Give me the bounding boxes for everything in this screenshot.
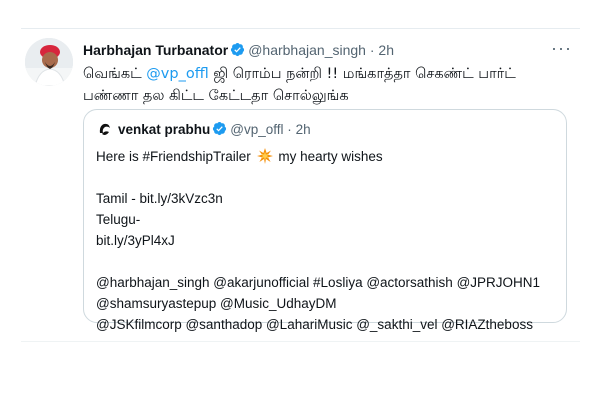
quoted-tweet-body: Here is #FriendshipTrailer my hearty wis…: [96, 146, 561, 335]
verified-badge-icon: [212, 121, 227, 136]
verified-badge-icon: [230, 42, 245, 57]
mentions-line-1[interactable]: @harbhajan_singh @akarjunofficial #Losli…: [96, 272, 561, 293]
tweet-card[interactable]: Harbhajan Turbanator @harbhajan_singh · 2…: [21, 28, 580, 342]
more-options-icon[interactable]: ···: [551, 38, 572, 59]
separator-dot: ·: [287, 122, 292, 137]
mentions-line-3[interactable]: @JSKfilmcorp @santhadop @LahariMusic @_s…: [96, 314, 561, 335]
author-name[interactable]: Harbhajan Turbanator: [83, 42, 228, 58]
mention-link[interactable]: @vp_offl: [146, 66, 208, 82]
quoted-tweet[interactable]: venkat prabhu @vp_offl · 2h Here is #Frie…: [83, 109, 567, 332]
separator-dot: ·: [369, 42, 375, 58]
tamil-link[interactable]: Tamil - bit.ly/3kVzc3n: [96, 188, 561, 209]
mentions-line-2[interactable]: @shamsuryastepup @Music_UdhayDM: [96, 293, 561, 314]
tweet-text-part1: வெங்கட்: [83, 66, 147, 82]
quoted-tweet-header: venkat prabhu @vp_offl · 2h: [96, 120, 311, 140]
tweet-time[interactable]: 2h: [378, 42, 394, 58]
quoted-tweet-time[interactable]: 2h: [296, 122, 311, 137]
quoted-line1-end: my hearty wishes: [278, 149, 383, 164]
tweet-text: வெங்கட் @vp_offl ஜி ரொம்ப நன்றி !! மங்கா…: [83, 63, 543, 107]
author-avatar[interactable]: [25, 38, 73, 86]
quoted-author-name[interactable]: venkat prabhu: [118, 122, 210, 137]
telugu-label: Telugu-: [96, 212, 141, 227]
tweet-header: Harbhajan Turbanator @harbhajan_singh · 2…: [83, 38, 580, 62]
quoted-author-handle[interactable]: @vp_offl: [230, 122, 283, 137]
quoted-author-avatar[interactable]: [96, 120, 114, 138]
collision-emoji-icon: [256, 148, 273, 164]
quoted-line1-start: Here is #FriendshipTrailer: [96, 149, 251, 164]
telugu-link[interactable]: bit.ly/3yPl4xJ: [96, 230, 561, 251]
quoted-line-hashtag: Here is #FriendshipTrailer my hearty wis…: [96, 146, 561, 167]
author-handle[interactable]: @harbhajan_singh: [248, 42, 366, 58]
